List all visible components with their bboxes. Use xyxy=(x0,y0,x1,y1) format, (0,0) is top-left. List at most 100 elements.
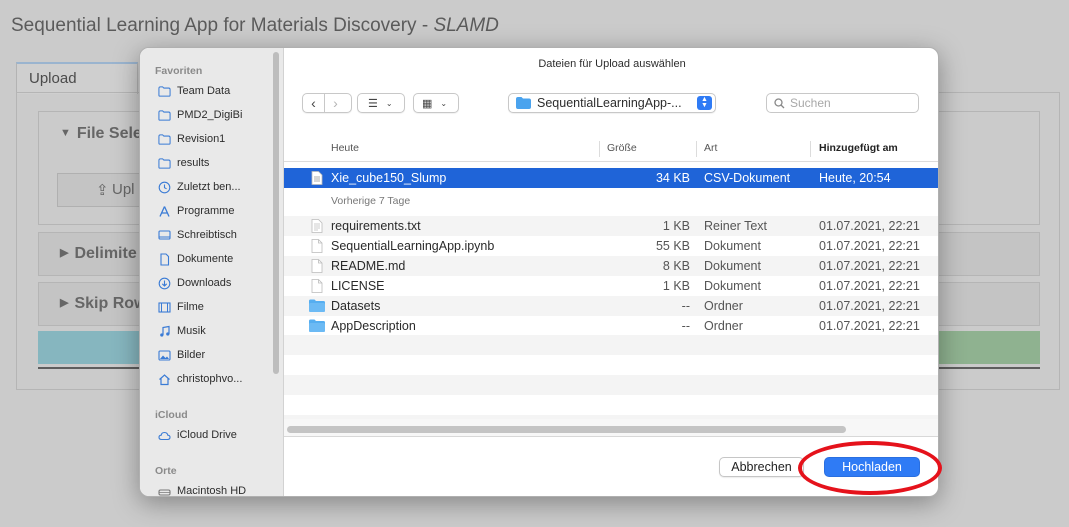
folder-icon xyxy=(516,97,531,109)
search-icon xyxy=(774,97,785,109)
sidebar-item-label: Schreibtisch xyxy=(177,229,237,241)
document-icon xyxy=(158,252,171,266)
file-kind: Dokument xyxy=(704,239,761,253)
sidebar-item-christophvo[interactable]: christophvo... xyxy=(158,369,242,389)
annotation-circle xyxy=(798,441,942,495)
sidebar-item-pmd2-digibi[interactable]: PMD2_DigiBi xyxy=(158,105,242,125)
sidebar-item-label: Dokumente xyxy=(177,253,234,265)
sidebar-item-revision1[interactable]: Revision1 xyxy=(158,129,225,149)
sidebar-item-musik[interactable]: Musik xyxy=(158,321,206,341)
file-browser: Dateien für Upload auswählen ‹ › ☰ ⌄ ▦ ⌄… xyxy=(284,48,938,496)
file-row[interactable]: SequentialLearningApp.ipynb 55 KB Dokument… xyxy=(284,236,938,256)
expand-triangle-icon: ▶ xyxy=(60,247,69,259)
file-size: 34 KB xyxy=(655,171,690,185)
progress-bar-teal xyxy=(38,331,148,364)
grid-view-icon: ▦ xyxy=(422,97,433,110)
sidebar-section-places: Orte xyxy=(155,465,177,477)
sidebar: Favoriten Team Data PMD2_DigiBi Revision1 r… xyxy=(140,48,284,497)
file-date: 01.07.2021, 22:21 xyxy=(819,239,920,253)
column-name[interactable]: Heute xyxy=(331,142,359,154)
file-upload-dialog: Favoriten Team Data PMD2_DigiBi Revision1 r… xyxy=(139,47,939,497)
file-kind: Ordner xyxy=(704,299,743,313)
music-icon xyxy=(158,325,171,338)
path-label: SequentialLearningApp-... xyxy=(537,96,682,110)
sidebar-item-label: christophvo... xyxy=(177,373,243,385)
apps-icon xyxy=(158,205,171,218)
horizontal-scrollbar[interactable] xyxy=(287,426,846,433)
sidebar-item-label: PMD2_DigiBi xyxy=(177,109,243,121)
sidebar-section-favorites: Favoriten xyxy=(155,65,203,77)
chevron-right-icon: › xyxy=(333,95,338,111)
file-name: SequentialLearningApp.ipynb xyxy=(331,239,495,253)
skip-rows-header[interactable]: ▶ Skip Row xyxy=(60,295,146,313)
search-placeholder: Suchen xyxy=(790,96,831,110)
sidebar-item-label: Programme xyxy=(177,205,235,217)
file-name: AppDescription xyxy=(331,319,416,333)
file-row[interactable]: requirements.txt 1 KB Reiner Text 01.07.202… xyxy=(284,216,938,236)
upload-icon: ⇪ xyxy=(96,182,109,199)
sidebar-item-results[interactable]: results xyxy=(158,153,209,173)
file-date: 01.07.2021, 22:21 xyxy=(819,319,920,333)
sidebar-item-bilder[interactable]: Bilder xyxy=(158,345,205,365)
sidebar-item-programme[interactable]: Programme xyxy=(158,201,234,221)
sidebar-item-schreibtisch[interactable]: Schreibtisch xyxy=(158,225,237,245)
chevron-left-icon: ‹ xyxy=(311,95,316,111)
cancel-button[interactable]: Abbrechen xyxy=(719,457,804,477)
sidebar-item-dokumente[interactable]: Dokumente xyxy=(158,249,233,269)
column-kind[interactable]: Art xyxy=(704,142,717,154)
list-view-icon: ☰ xyxy=(368,97,378,110)
column-size[interactable]: Größe xyxy=(607,142,637,154)
back-forward-group: ‹ › xyxy=(302,93,352,113)
file-row[interactable]: README.md 8 KB Dokument 01.07.2021, 22:21 xyxy=(284,256,938,276)
sidebar-item-label: Zuletzt ben... xyxy=(177,181,241,193)
chevron-down-icon: ⌄ xyxy=(440,98,448,108)
sidebar-item-filme[interactable]: Filme xyxy=(158,297,204,317)
file-date: 01.07.2021, 22:21 xyxy=(819,259,920,273)
file-name: Datasets xyxy=(331,299,381,313)
path-popup[interactable]: SequentialLearningApp-... ▲ ▼ xyxy=(508,93,716,113)
group-header-previous: Vorherige 7 Tage xyxy=(331,195,411,207)
file-size: 55 KB xyxy=(655,239,690,253)
file-row[interactable]: AppDescription -- Ordner 01.07.2021, 22:21 xyxy=(284,316,938,336)
file-kind: Dokument xyxy=(704,259,761,273)
sidebar-item-zuletzt-ben[interactable]: Zuletzt ben... xyxy=(158,177,241,197)
forward-button[interactable]: › xyxy=(325,94,346,112)
cloud-icon xyxy=(158,429,171,442)
file-row[interactable]: LICENSE 1 KB Dokument 01.07.2021, 22:21 xyxy=(284,276,938,296)
file-name: Xie_cube150_Slump xyxy=(331,171,447,185)
expand-triangle-icon: ▶ xyxy=(60,297,69,309)
empty-row xyxy=(284,375,938,395)
film-icon xyxy=(158,301,171,314)
search-field[interactable]: Suchen xyxy=(766,93,919,113)
chevron-down-icon: ⌄ xyxy=(385,98,393,108)
sidebar-item-icloud-drive[interactable]: iCloud Drive xyxy=(158,425,237,445)
file-row[interactable]: Datasets -- Ordner 01.07.2021, 22:21 xyxy=(284,296,938,316)
sidebar-scrollbar[interactable] xyxy=(273,52,279,374)
file-name: README.md xyxy=(331,259,406,273)
home-icon xyxy=(158,373,171,386)
file-select-header[interactable]: ▼ File Sele xyxy=(60,125,142,143)
file-icon xyxy=(311,279,323,293)
view-grid-button[interactable]: ▦ ⌄ xyxy=(413,93,459,113)
sidebar-item-team-data[interactable]: Team Data xyxy=(158,81,230,101)
file-date: 01.07.2021, 22:21 xyxy=(819,219,920,233)
sidebar-item-label: Revision1 xyxy=(177,133,226,145)
tab-upload[interactable]: Upload xyxy=(16,62,138,94)
delimiter-header[interactable]: ▶ Delimite xyxy=(60,245,137,263)
file-size: 8 KB xyxy=(662,259,690,273)
file-kind: Reiner Text xyxy=(704,219,767,233)
sidebar-item-downloads[interactable]: Downloads xyxy=(158,273,231,293)
file-row[interactable]: Xie_cube150_Slump 34 KB CSV-Dokument Heute,… xyxy=(284,168,938,188)
progress-bar-green xyxy=(938,331,1040,364)
folder-icon xyxy=(309,319,325,333)
column-date-added[interactable]: Hinzugefügt am xyxy=(819,142,898,154)
column-header: Heute Größe Art Hinzugefügt am xyxy=(284,136,938,162)
updown-icon: ▲ ▼ xyxy=(697,96,712,110)
back-button[interactable]: ‹ xyxy=(303,94,324,112)
sidebar-item-macintosh-hd[interactable]: Macintosh HD xyxy=(158,481,246,497)
view-list-button[interactable]: ☰ ⌄ xyxy=(357,93,405,113)
disk-icon xyxy=(158,485,171,497)
app-title: Sequential Learning App for Materials Di… xyxy=(11,15,499,36)
upload-button[interactable]: ⇪ Upl xyxy=(57,173,143,207)
folder-icon xyxy=(158,85,171,98)
